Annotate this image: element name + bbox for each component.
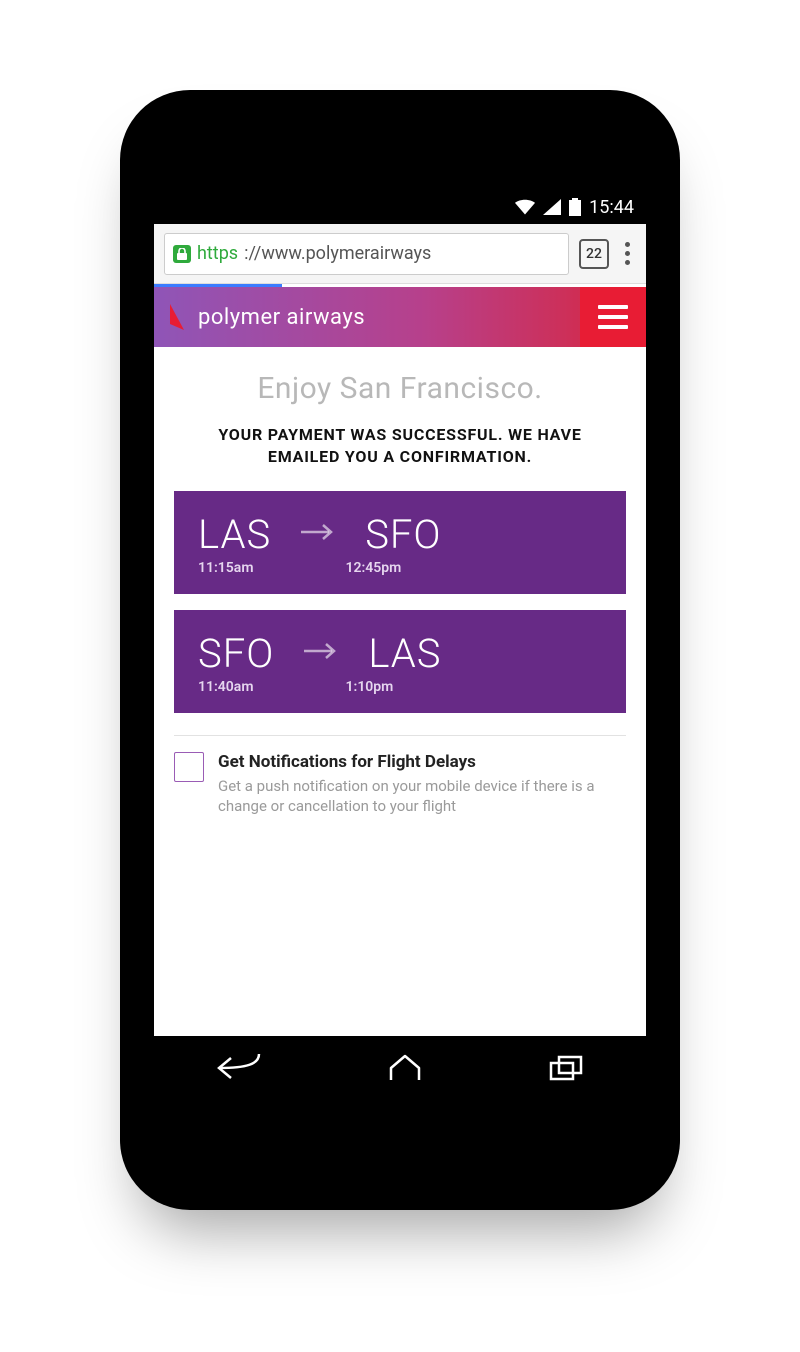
arrow-right-icon bbox=[304, 641, 338, 665]
hero-title: Enjoy San Francisco. bbox=[174, 371, 626, 406]
flight-card-return[interactable]: SFO LAS 11:40am 1:10pm bbox=[174, 610, 626, 713]
to-city: SFO bbox=[365, 511, 441, 558]
site-header: polymer airways bbox=[154, 287, 646, 347]
lock-icon bbox=[173, 245, 191, 263]
status-time: 15:44 bbox=[589, 197, 634, 218]
screen: 15:44 https ://www.polymerairways 22 bbox=[154, 190, 646, 1100]
home-button[interactable] bbox=[387, 1054, 423, 1082]
hamburger-icon bbox=[598, 305, 628, 329]
url-bar[interactable]: https ://www.polymerairways bbox=[164, 233, 569, 275]
notify-title: Get Notifications for Flight Delays bbox=[218, 752, 626, 772]
browser-toolbar: https ://www.polymerairways 22 bbox=[154, 224, 646, 284]
url-scheme: https bbox=[197, 243, 238, 264]
to-city: LAS bbox=[368, 630, 441, 677]
brand-logo-icon bbox=[170, 304, 188, 330]
back-button[interactable] bbox=[217, 1054, 261, 1082]
arrow-right-icon bbox=[301, 522, 335, 546]
notifications-optin: Get Notifications for Flight Delays Get … bbox=[174, 752, 626, 817]
recent-apps-button[interactable] bbox=[549, 1055, 583, 1081]
menu-button[interactable] bbox=[580, 287, 646, 347]
url-rest: ://www.polymerairways bbox=[244, 243, 431, 264]
page-content: Enjoy San Francisco. YOUR PAYMENT WAS SU… bbox=[154, 347, 646, 1036]
device-frame: 15:44 https ://www.polymerairways 22 bbox=[120, 90, 680, 1210]
battery-icon bbox=[569, 198, 581, 216]
arrive-time: 12:45pm bbox=[346, 560, 402, 576]
from-city: SFO bbox=[198, 630, 274, 677]
wifi-icon bbox=[515, 199, 535, 215]
depart-time: 11:15am bbox=[198, 560, 254, 576]
cell-signal-icon bbox=[543, 199, 561, 215]
depart-time: 11:40am bbox=[198, 679, 254, 695]
browser-overflow-menu[interactable] bbox=[619, 242, 636, 265]
android-nav-bar bbox=[154, 1036, 646, 1100]
arrive-time: 1:10pm bbox=[346, 679, 394, 695]
notify-description: Get a push notification on your mobile d… bbox=[218, 776, 626, 817]
notify-checkbox[interactable] bbox=[174, 752, 204, 782]
flight-card-outbound[interactable]: LAS SFO 11:15am 12:45pm bbox=[174, 491, 626, 594]
android-status-bar: 15:44 bbox=[154, 190, 646, 224]
brand[interactable]: polymer airways bbox=[154, 304, 381, 330]
tab-switcher-button[interactable]: 22 bbox=[579, 239, 609, 269]
confirmation-message: YOUR PAYMENT WAS SUCCESSFUL. WE HAVE EMA… bbox=[174, 424, 626, 469]
tab-count-value: 22 bbox=[586, 246, 602, 262]
brand-name: polymer airways bbox=[198, 305, 365, 330]
divider bbox=[174, 735, 626, 736]
from-city: LAS bbox=[198, 511, 271, 558]
